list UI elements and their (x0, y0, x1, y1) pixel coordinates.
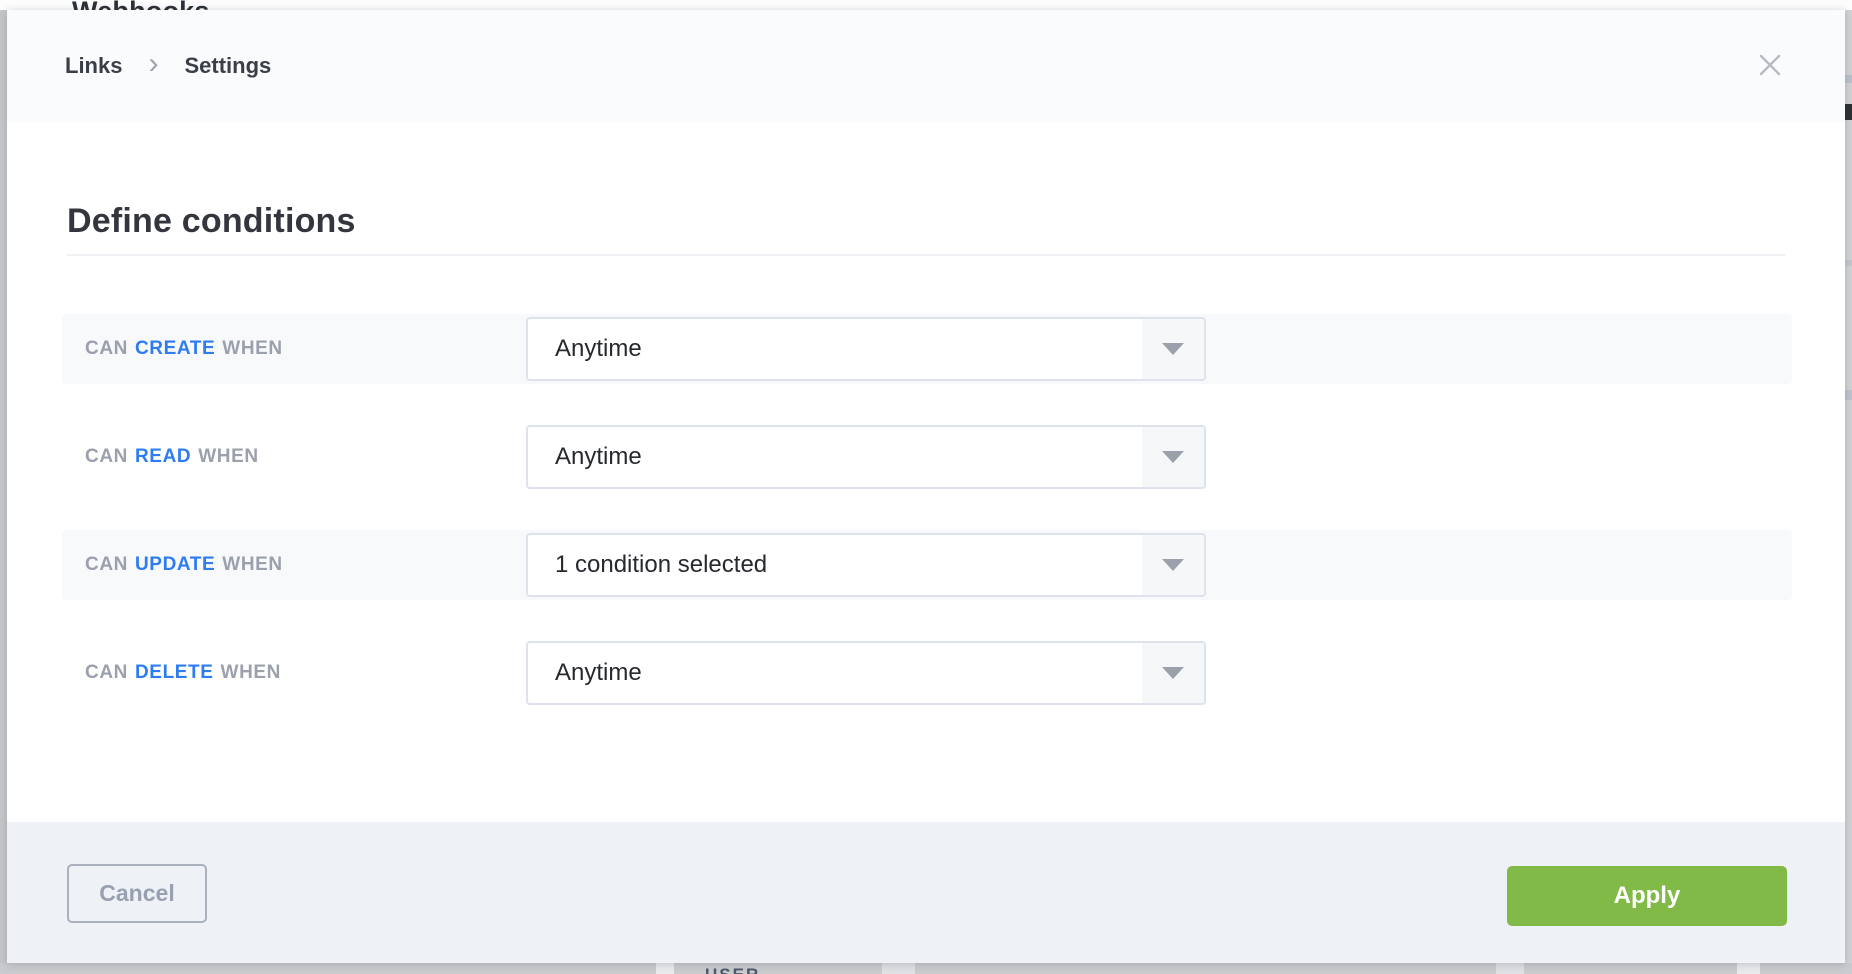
chevron-down-icon (1162, 343, 1184, 355)
background-table-column (882, 963, 915, 974)
background-page-top-sliver: Webhooks (0, 0, 1852, 10)
read-condition-dropdown[interactable]: Anytime (526, 425, 1206, 489)
background-table-header-fragment: USER (705, 965, 760, 974)
condition-row-label: CAN DELETE WHEN (85, 638, 281, 708)
dropdown-caret-area[interactable] (1142, 643, 1204, 703)
modal-footer: Cancel Apply (7, 822, 1845, 963)
dropdown-selected-value: Anytime (528, 443, 642, 471)
condition-row-label: CAN UPDATE WHEN (85, 530, 283, 600)
background-page-title-fragment: Webhooks (72, 0, 210, 10)
background-page-left-sliver (0, 10, 7, 963)
close-button[interactable] (1755, 51, 1785, 81)
condition-row-label: CAN READ WHEN (85, 422, 259, 492)
condition-row-update: CAN UPDATE WHEN 1 condition selected (62, 530, 1792, 600)
label-suffix: WHEN (222, 338, 282, 360)
chevron-down-icon (1162, 559, 1184, 571)
update-condition-dropdown[interactable]: 1 condition selected (526, 533, 1206, 597)
condition-row-read: CAN READ WHEN Anytime (62, 422, 1792, 492)
condition-row-delete: CAN DELETE WHEN Anytime (62, 638, 1792, 708)
background-gridline (1845, 260, 1852, 266)
condition-rows: CAN CREATE WHEN Anytime CAN READ WHEN (7, 314, 1845, 708)
screen: Webhooks USER Links › Settings (0, 0, 1852, 974)
label-action: DELETE (135, 662, 214, 684)
apply-button[interactable]: Apply (1507, 866, 1787, 926)
close-icon (1758, 53, 1782, 80)
create-condition-dropdown[interactable]: Anytime (526, 317, 1206, 381)
label-action: UPDATE (135, 554, 215, 576)
background-table-column (1496, 963, 1524, 974)
background-page-right-sliver (1845, 10, 1852, 974)
background-gridline (1845, 75, 1852, 83)
page-title: Define conditions (67, 198, 1845, 244)
dropdown-selected-value: 1 condition selected (528, 551, 767, 579)
background-text-fragment (1845, 104, 1852, 120)
breadcrumb: Links › Settings (65, 53, 271, 79)
condition-row-label: CAN CREATE WHEN (85, 314, 283, 384)
label-suffix: WHEN (198, 446, 258, 468)
label-prefix: CAN (85, 662, 128, 684)
delete-condition-dropdown[interactable]: Anytime (526, 641, 1206, 705)
label-suffix: WHEN (222, 554, 282, 576)
cancel-button[interactable]: Cancel (67, 864, 207, 923)
label-prefix: CAN (85, 446, 128, 468)
settings-modal: Links › Settings Define conditions CAN (7, 10, 1845, 963)
label-prefix: CAN (85, 554, 128, 576)
dropdown-caret-area[interactable] (1142, 427, 1204, 487)
condition-row-create: CAN CREATE WHEN Anytime (62, 314, 1792, 384)
dropdown-caret-area[interactable] (1142, 535, 1204, 595)
breadcrumb-item-links[interactable]: Links (65, 53, 122, 79)
breadcrumb-item-settings[interactable]: Settings (184, 53, 271, 79)
label-action: CREATE (135, 338, 215, 360)
background-table-column (656, 963, 674, 974)
chevron-down-icon (1162, 451, 1184, 463)
label-suffix: WHEN (221, 662, 281, 684)
label-prefix: CAN (85, 338, 128, 360)
title-divider (67, 254, 1785, 256)
dropdown-selected-value: Anytime (528, 335, 642, 363)
background-gridline (1845, 390, 1852, 400)
chevron-down-icon (1162, 667, 1184, 679)
label-action: READ (135, 446, 191, 468)
background-page-bottom-sliver: USER (0, 963, 1852, 974)
background-table-column (1737, 963, 1760, 974)
dropdown-selected-value: Anytime (528, 659, 642, 687)
chevron-right-icon: › (148, 53, 158, 75)
modal-header: Links › Settings (7, 10, 1845, 122)
dropdown-caret-area[interactable] (1142, 319, 1204, 379)
